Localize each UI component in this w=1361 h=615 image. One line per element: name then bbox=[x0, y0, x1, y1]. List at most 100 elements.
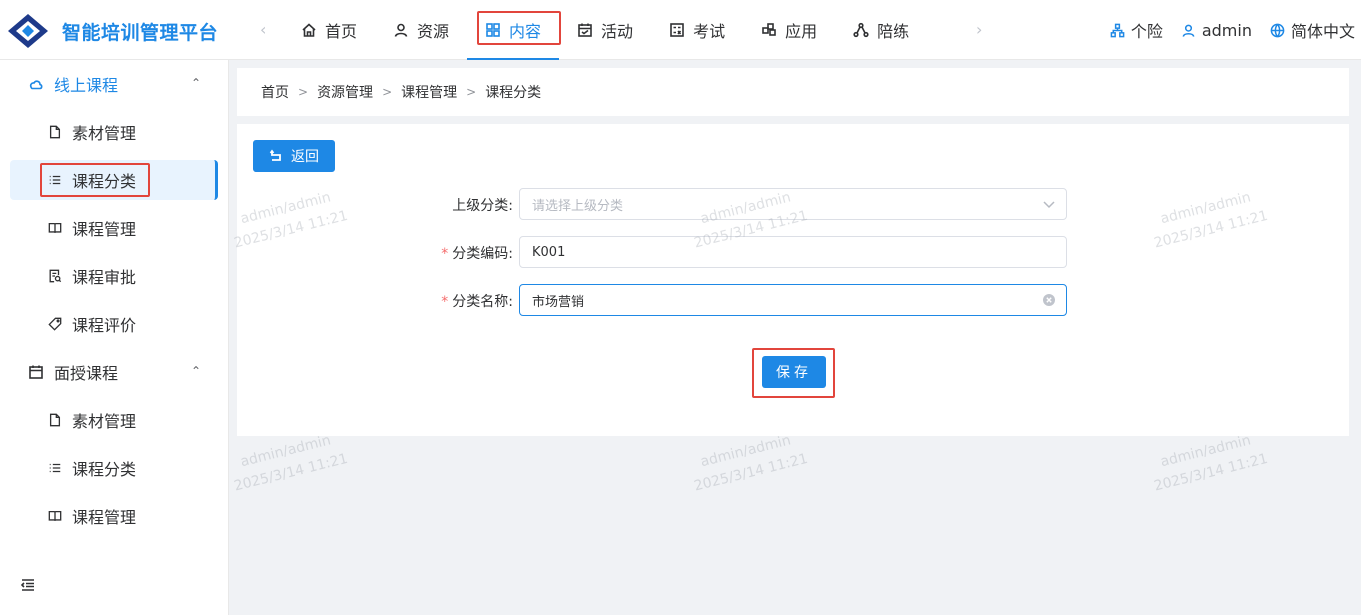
breadcrumb-separator: > bbox=[298, 85, 309, 99]
nav-item-resources[interactable]: 资源 bbox=[375, 0, 467, 60]
nav-label: 考试 bbox=[693, 22, 726, 41]
required-mark: * bbox=[441, 294, 449, 310]
breadcrumb-separator: > bbox=[382, 85, 393, 99]
nav-label: 活动 bbox=[601, 22, 634, 41]
watermark: admin/admin 2025/3/14 11:21 bbox=[226, 427, 350, 498]
nav-item-practice[interactable]: 陪练 bbox=[835, 0, 927, 60]
nav-label: 内容 bbox=[509, 22, 542, 41]
nav-item-home[interactable]: 首页 bbox=[283, 0, 375, 60]
watermark: admin/admin 2025/3/14 11:21 bbox=[1146, 427, 1270, 498]
sidebar-item-label: 课程管理 bbox=[72, 220, 137, 239]
sidebar-item-material[interactable]: 素材管理 bbox=[10, 112, 218, 152]
home-icon bbox=[302, 23, 316, 37]
save-button[interactable]: 保存 bbox=[762, 356, 826, 388]
sidebar-item-label: 课程管理 bbox=[72, 508, 137, 527]
sidebar-item-course-category[interactable]: 课程分类 bbox=[10, 448, 218, 488]
chevron-down-icon bbox=[1043, 201, 1055, 209]
file-icon bbox=[49, 413, 61, 427]
chevron-up-icon: ⌃ bbox=[190, 76, 201, 90]
company-switch[interactable]: 个险 bbox=[1110, 18, 1163, 42]
sidebar-group-offline-courses[interactable]: 面授课程 ⌃ bbox=[0, 348, 229, 396]
nav-label: 首页 bbox=[325, 22, 358, 41]
sidebar-group-online-courses[interactable]: 线上课程 ⌃ bbox=[0, 60, 229, 108]
sidebar-item-label: 素材管理 bbox=[72, 124, 137, 143]
category-name-value: 市场营销 bbox=[532, 294, 585, 310]
return-icon bbox=[269, 149, 281, 161]
back-button-label: 返回 bbox=[291, 149, 319, 165]
nav-label: 资源 bbox=[417, 22, 450, 41]
calendar-icon bbox=[578, 23, 592, 37]
watermark-line: 2025/3/14 11:21 bbox=[1152, 450, 1270, 495]
list-icon bbox=[49, 463, 61, 473]
nav-label: 陪练 bbox=[877, 22, 910, 41]
nav-prev-arrow[interactable]: ‹ bbox=[260, 20, 266, 39]
clear-icon[interactable] bbox=[1042, 293, 1056, 307]
language-label: 简体中文 bbox=[1290, 22, 1355, 41]
sidebar-item-label: 课程分类 bbox=[72, 460, 137, 479]
company-label: 个险 bbox=[1130, 22, 1163, 41]
parent-category-label: 上级分类: bbox=[452, 198, 513, 214]
breadcrumb-separator: > bbox=[466, 85, 477, 99]
nav-item-content[interactable]: 内容 bbox=[467, 0, 562, 60]
category-name-label: * 分类名称: bbox=[441, 291, 513, 311]
sidebar-item-course-review[interactable]: 课程评价 bbox=[10, 304, 218, 344]
group-label: 面授课程 bbox=[54, 364, 119, 383]
breadcrumb-item-current: 课程分类 bbox=[485, 85, 542, 101]
required-mark: * bbox=[441, 246, 449, 262]
breadcrumb-item[interactable]: 资源管理 bbox=[317, 82, 373, 102]
category-code-label-text: 分类编码: bbox=[452, 246, 513, 262]
logo: 智能培训管理平台 bbox=[6, 12, 218, 50]
sidebar-item-label: 课程评价 bbox=[72, 316, 137, 335]
breadcrumb-item[interactable]: 课程管理 bbox=[401, 82, 457, 102]
nav-item-activity[interactable]: 活动 bbox=[559, 0, 651, 60]
sidebar-item-label: 课程审批 bbox=[72, 268, 137, 287]
collapse-sidebar-button[interactable] bbox=[20, 577, 36, 593]
nav-item-apps[interactable]: 应用 bbox=[743, 0, 835, 60]
logo-icon bbox=[8, 14, 48, 48]
tag-icon bbox=[48, 317, 62, 331]
approve-icon bbox=[49, 269, 62, 283]
sidebar-item-course-management[interactable]: 课程管理 bbox=[10, 208, 218, 248]
header-right: 个险 admin 简体中文 bbox=[1092, 0, 1355, 60]
app-title: 智能培训管理平台 bbox=[62, 21, 219, 44]
sidebar-item-course-management[interactable]: 课程管理 bbox=[10, 496, 218, 536]
category-name-label-text: 分类名称: bbox=[452, 294, 513, 310]
grid-icon bbox=[486, 23, 500, 37]
category-code-value: K001 bbox=[532, 244, 566, 260]
category-code-label: * 分类编码: bbox=[441, 243, 513, 263]
sidebar-item-label: 素材管理 bbox=[72, 412, 137, 431]
app-icon bbox=[762, 23, 776, 36]
exam-icon bbox=[670, 23, 684, 37]
nav-label: 应用 bbox=[785, 22, 818, 41]
category-name-input[interactable]: 市场营销 bbox=[519, 284, 1067, 316]
category-code-input[interactable]: K001 bbox=[519, 236, 1067, 268]
sidebar-item-course-category[interactable]: 课程分类 bbox=[10, 160, 218, 200]
form-panel: 返回 上级分类: 请选择上级分类 * 分类编码: K001 * 分类名称: 市场营销… bbox=[237, 124, 1349, 436]
sidebar-item-course-approval[interactable]: 课程审批 bbox=[10, 256, 218, 296]
book-icon bbox=[48, 222, 62, 233]
form-row-category-name: * 分类名称: 市场营销 bbox=[237, 284, 1349, 316]
watermark: admin/admin 2025/3/14 11:21 bbox=[686, 427, 810, 498]
user-icon bbox=[394, 23, 408, 37]
group-label: 线上课程 bbox=[54, 76, 119, 95]
top-nav: 首页 资源 内容 活动 考试 应用 陪练 bbox=[283, 0, 927, 60]
parent-category-select[interactable]: 请选择上级分类 bbox=[519, 188, 1067, 220]
breadcrumb-item[interactable]: 首页 bbox=[261, 82, 289, 102]
sidebar-item-material[interactable]: 素材管理 bbox=[10, 400, 218, 440]
file-icon bbox=[49, 125, 61, 139]
user-menu[interactable]: admin bbox=[1181, 21, 1252, 40]
cloud-icon bbox=[29, 80, 43, 90]
language-switch[interactable]: 简体中文 bbox=[1270, 18, 1355, 42]
nav-next-arrow[interactable]: › bbox=[976, 20, 982, 39]
back-button[interactable]: 返回 bbox=[253, 140, 335, 172]
nodes-icon bbox=[853, 22, 869, 38]
breadcrumb: 首页 > 资源管理 > 课程管理 > 课程分类 bbox=[237, 68, 1349, 116]
org-icon bbox=[1110, 23, 1125, 37]
user-icon bbox=[1182, 24, 1195, 37]
nav-item-exam[interactable]: 考试 bbox=[651, 0, 743, 60]
chevron-up-icon: ⌃ bbox=[190, 364, 201, 378]
username: admin bbox=[1201, 20, 1252, 40]
watermark-line: 2025/3/14 11:21 bbox=[692, 450, 810, 495]
sidebar: 线上课程 ⌃ 素材管理 课程分类 课程管理 课程审批 课程评价 面授课程 ⌃ 素… bbox=[0, 60, 229, 615]
top-header: 智能培训管理平台 ‹ 首页 资源 内容 活动 考试 应用 陪练 › 个险 adm… bbox=[0, 0, 1361, 60]
